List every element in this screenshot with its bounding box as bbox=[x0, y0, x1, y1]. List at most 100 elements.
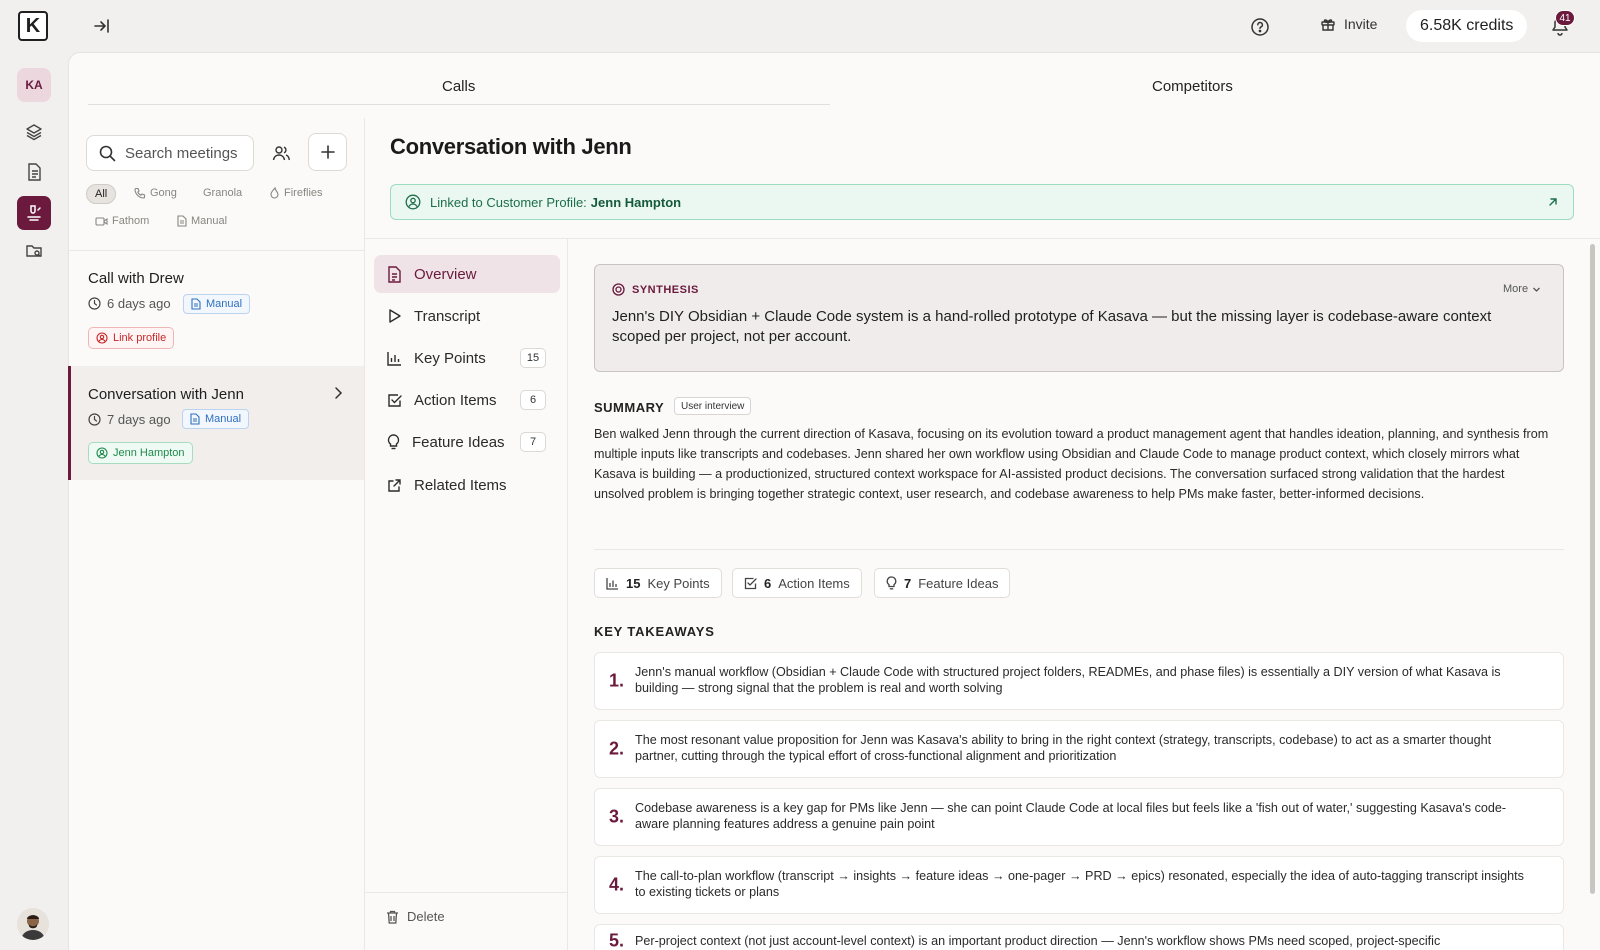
search-placeholder: Search meetings bbox=[125, 144, 238, 162]
meeting-meta: 6 days ago bbox=[88, 296, 171, 311]
takeaway-text: The call-to-plan workflow (transcript → … bbox=[635, 869, 1524, 899]
delete-divider bbox=[364, 892, 567, 893]
invite-button[interactable]: Invite bbox=[1320, 16, 1377, 32]
credits-badge[interactable]: 6.58K credits bbox=[1406, 10, 1528, 42]
lightbulb-icon bbox=[886, 576, 897, 590]
meeting-title[interactable]: Call with Drew bbox=[88, 270, 184, 287]
search-meetings-input[interactable]: Search meetings bbox=[86, 135, 254, 171]
takeaway-number: 5. bbox=[609, 930, 625, 950]
nav-feature-ideas[interactable]: Feature Ideas 7 bbox=[374, 423, 560, 461]
gift-icon bbox=[1320, 16, 1336, 32]
calls-nav-icon[interactable] bbox=[17, 196, 51, 230]
nav-key-points[interactable]: Key Points 15 bbox=[374, 339, 560, 377]
summary-divider bbox=[594, 549, 1564, 550]
nav-divider bbox=[567, 238, 568, 950]
document-icon bbox=[387, 265, 402, 283]
play-icon bbox=[387, 308, 402, 324]
layers-icon[interactable] bbox=[21, 119, 47, 145]
link-profile-button[interactable]: Link profile bbox=[88, 327, 175, 349]
nav-overview[interactable]: Overview bbox=[374, 255, 560, 293]
source-badge: Manual bbox=[183, 294, 251, 314]
document-icon[interactable] bbox=[21, 159, 47, 185]
target-icon bbox=[612, 283, 625, 296]
takeaway-number: 2. bbox=[609, 738, 625, 759]
search-icon bbox=[99, 145, 116, 162]
key-takeaways-label: KEY TAKEAWAYS bbox=[594, 624, 715, 639]
takeaway-text: Codebase awareness is a key gap for PMs … bbox=[635, 801, 1507, 831]
bar-chart-icon bbox=[387, 351, 402, 366]
user-avatar[interactable] bbox=[17, 908, 49, 940]
people-filter-icon[interactable] bbox=[266, 138, 296, 168]
filter-manual[interactable]: Manual bbox=[177, 215, 227, 227]
clock-icon bbox=[88, 413, 101, 426]
filter-granola[interactable]: Granola bbox=[203, 187, 242, 199]
tab-competitors[interactable]: Competitors bbox=[1152, 78, 1233, 95]
summary-label: SUMMARY bbox=[594, 400, 665, 415]
header-divider bbox=[364, 238, 1600, 239]
external-link-icon bbox=[387, 478, 402, 493]
app-logo[interactable]: K bbox=[18, 11, 48, 41]
meeting-age: 6 days ago bbox=[107, 296, 171, 311]
column-divider bbox=[364, 118, 365, 950]
trash-icon bbox=[386, 910, 399, 924]
synthesis-text: Jenn's DIY Obsidian + Claude Code system… bbox=[612, 308, 1492, 345]
checkbox-icon bbox=[744, 577, 757, 590]
key-points-count: 15 bbox=[520, 348, 546, 368]
filter-fireflies[interactable]: Fireflies bbox=[269, 187, 323, 199]
summary-tag: User interview bbox=[674, 397, 752, 415]
user-circle-icon bbox=[96, 447, 108, 459]
lightbulb-icon bbox=[387, 434, 400, 450]
file-icon bbox=[191, 298, 201, 310]
arrow-up-right-icon[interactable] bbox=[1546, 195, 1560, 209]
takeaway-item: 2. The most resonant value proposition f… bbox=[594, 720, 1564, 778]
clock-icon bbox=[88, 297, 101, 310]
expand-sidebar-icon[interactable] bbox=[92, 16, 114, 38]
nav-related-items[interactable]: Related Items bbox=[374, 466, 560, 504]
workspace-avatar[interactable]: KA bbox=[17, 68, 51, 102]
filter-all[interactable]: All bbox=[86, 184, 117, 204]
action-items-count: 6 bbox=[520, 390, 546, 410]
tabs-divider bbox=[88, 104, 830, 105]
summary-text: Ben walked Jenn through the current dire… bbox=[594, 427, 1549, 501]
user-circle-icon bbox=[96, 332, 108, 344]
chevron-right-icon[interactable] bbox=[332, 386, 344, 400]
bar-chart-icon bbox=[606, 577, 619, 590]
takeaway-number: 4. bbox=[609, 874, 625, 895]
takeaway-text: Jenn's manual workflow (Obsidian + Claud… bbox=[635, 665, 1501, 695]
meeting-meta: 7 days ago bbox=[88, 412, 171, 427]
customer-profile-badge[interactable]: Jenn Hampton bbox=[88, 442, 193, 464]
meeting-title[interactable]: Conversation with Jenn bbox=[88, 386, 244, 403]
file-icon bbox=[190, 413, 200, 425]
takeaway-item: 5. Per-project context (not just account… bbox=[594, 924, 1564, 950]
tab-calls[interactable]: Calls bbox=[442, 78, 475, 95]
file-icon bbox=[177, 215, 187, 227]
takeaway-text: The most resonant value proposition for … bbox=[635, 733, 1492, 763]
stat-feature-ideas[interactable]: 7 Feature Ideas bbox=[874, 568, 1011, 598]
linked-profile-banner[interactable]: Linked to Customer Profile: Jenn Hampton bbox=[390, 184, 1574, 220]
content-scrollbar[interactable] bbox=[1590, 244, 1595, 894]
stat-action-items[interactable]: 6 Action Items bbox=[732, 568, 862, 598]
chevron-down-icon bbox=[1532, 285, 1541, 294]
takeaway-item: 1. Jenn's manual workflow (Obsidian + Cl… bbox=[594, 652, 1564, 710]
delete-button[interactable]: Delete bbox=[386, 909, 445, 924]
linked-prefix: Linked to Customer Profile: bbox=[430, 194, 587, 210]
checkbox-icon bbox=[387, 393, 402, 408]
help-icon[interactable] bbox=[1250, 17, 1270, 37]
takeaway-number: 1. bbox=[609, 670, 625, 691]
more-dropdown[interactable]: More bbox=[1503, 283, 1541, 295]
takeaway-item: 3. Codebase awareness is a key gap for P… bbox=[594, 788, 1564, 846]
nav-action-items[interactable]: Action Items 6 bbox=[374, 381, 560, 419]
feature-ideas-count: 7 bbox=[520, 432, 546, 452]
folder-search-icon[interactable] bbox=[21, 238, 47, 264]
meeting-age: 7 days ago bbox=[107, 412, 171, 427]
filter-gong[interactable]: Gong bbox=[134, 187, 177, 199]
filter-fathom[interactable]: Fathom bbox=[95, 215, 149, 227]
add-meeting-button[interactable] bbox=[308, 133, 347, 171]
flame-icon bbox=[269, 187, 280, 199]
linked-name: Jenn Hampton bbox=[590, 194, 682, 210]
phone-icon bbox=[134, 187, 146, 199]
nav-transcript[interactable]: Transcript bbox=[374, 297, 560, 335]
notification-count: 41 bbox=[1555, 10, 1575, 26]
user-circle-icon bbox=[405, 194, 421, 210]
stat-key-points[interactable]: 15 Key Points bbox=[594, 568, 722, 598]
